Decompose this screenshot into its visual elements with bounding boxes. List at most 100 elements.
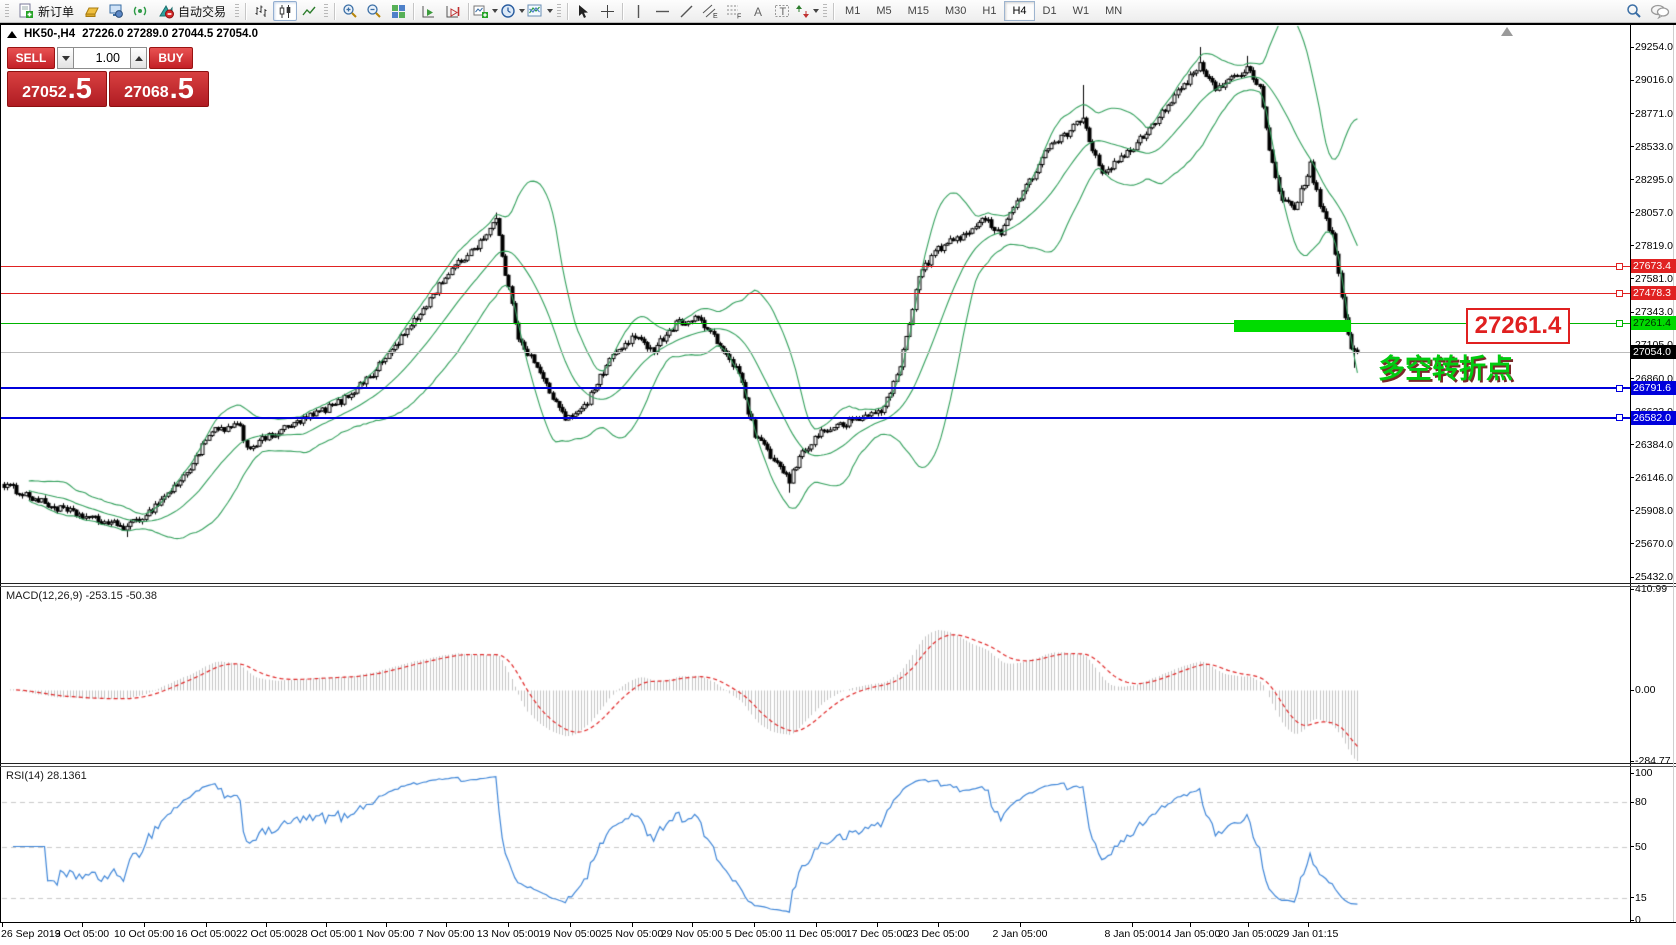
label-tool-button[interactable]: T [770,1,794,21]
buy-button[interactable]: BUY [149,47,193,69]
rsi-label: RSI(14) 28.1361 [6,770,87,782]
timeframe-button-mn[interactable]: MN [1097,1,1130,21]
vline-tool-button[interactable] [626,1,650,21]
channel-tool-button[interactable]: E [698,1,722,21]
dropdown-caret-icon [813,9,819,13]
sell-price-int: 27052 [22,82,67,104]
triangle-down-icon [62,56,70,61]
time-axis-label: 23 Dec 05:00 [893,928,983,940]
vertical-line-icon [632,4,645,19]
volume-decrease-button[interactable] [57,47,74,69]
price-axis-label: 28533.0 [1635,141,1673,153]
price-axis-label: 29254.0 [1635,41,1673,53]
profiles-button[interactable] [80,1,104,21]
toolbar-separator [413,3,414,20]
indicators-button[interactable] [526,1,554,21]
hline-26791.6[interactable] [0,387,1630,389]
chat-icon[interactable] [1650,3,1670,19]
new-chart-button[interactable] [472,1,499,21]
macd-label: MACD(12,26,9) -253.15 -50.38 [6,590,157,602]
crosshair-tool-button[interactable] [595,1,619,21]
toolbar-grip[interactable] [557,4,561,18]
dropdown-caret-icon [492,9,498,13]
hline-27673.4[interactable] [0,266,1630,267]
cursor-icon [576,4,590,19]
ohlc-values: 27226.0 27289.0 27044.5 27054.0 [82,28,258,40]
label-tool-letter: T [779,6,786,18]
signals-button[interactable] [128,1,152,21]
price-line-tag: 26791.6 [1631,381,1676,395]
arrows-tool-button[interactable] [794,1,820,21]
scroll-marker-icon[interactable] [1501,27,1513,36]
collapse-arrow-icon[interactable] [7,31,17,38]
toolbar-separator [567,3,568,20]
price-axis-border[interactable] [1630,25,1631,922]
rsi-axis-label: 0 [1635,914,1641,926]
hline-26582.0[interactable] [0,417,1630,419]
toolbar-grip[interactable] [324,4,328,18]
hline-27478.3[interactable] [0,293,1630,294]
auto-scroll-icon [421,4,437,19]
macd-separator[interactable] [0,583,1676,584]
volume-increase-button[interactable] [130,47,147,69]
navigator-button[interactable] [104,1,128,21]
hline-handle[interactable] [1616,290,1623,297]
buy-price-tile[interactable]: 27068 .5 [109,71,209,107]
timeframe-button-w1[interactable]: W1 [1065,1,1098,21]
timeframe-button-m5[interactable]: M5 [868,1,899,21]
chart-shift-button[interactable] [441,1,465,21]
window-right-edge [1673,25,1674,922]
timeframe-button-h1[interactable]: H1 [974,1,1004,21]
tile-windows-button[interactable] [386,1,410,21]
auto-trading-label: 自动交易 [178,3,226,20]
triangle-up-icon [135,56,143,61]
toolbar-separator [245,3,246,20]
auto-scroll-button[interactable] [417,1,441,21]
price-line-tag: 27261.4 [1631,316,1676,330]
price-axis-label: 26146.0 [1635,472,1673,484]
bar-chart-mode-button[interactable] [249,1,273,21]
toolbar-grip[interactable] [823,4,827,18]
fibonacci-tool-button[interactable]: F [722,1,746,21]
toolbar-grip[interactable] [5,4,9,18]
signal-icon [132,3,148,19]
hline-handle[interactable] [1616,414,1623,421]
hline-27261.4[interactable] [0,323,1630,324]
toolbar-grip[interactable] [235,4,239,18]
highlight-bar-annotation[interactable] [1234,320,1351,332]
rsi-axis-label: 100 [1635,767,1653,779]
periods-button[interactable] [499,1,526,21]
chart-shift-icon [445,4,461,19]
rsi-axis-label: 80 [1635,796,1647,808]
timeframe-button-m15[interactable]: M15 [900,1,937,21]
price-chart-canvas[interactable] [0,23,1676,945]
zoom-in-button[interactable] [338,1,362,21]
line-chart-mode-button[interactable] [297,1,321,21]
text-tool-button[interactable]: A [746,1,770,21]
time-axis-border [0,922,1676,923]
auto-trading-button[interactable]: 自动交易 [152,1,232,21]
timeframe-button-d1[interactable]: D1 [1035,1,1065,21]
zoom-out-button[interactable] [362,1,386,21]
candlestick-mode-button[interactable] [273,1,297,21]
note-text-annotation[interactable]: 多空转折点 [1378,347,1513,386]
rsi-separator[interactable] [0,763,1676,764]
hline-tool-button[interactable] [650,1,674,21]
timeframe-button-m1[interactable]: M1 [837,1,868,21]
price-callout-box[interactable]: 27261.4 [1466,308,1570,344]
timeframe-button-m30[interactable]: M30 [937,1,974,21]
new-order-button[interactable]: 新订单 [12,1,80,21]
price-axis-label: 25908.0 [1635,505,1673,517]
search-icon[interactable] [1626,3,1642,19]
sell-button[interactable]: SELL [7,47,55,69]
timeframe-button-h4[interactable]: H4 [1004,1,1034,21]
hline-handle[interactable] [1616,263,1623,270]
hline-handle[interactable] [1616,385,1623,392]
price-axis-label: 28295.0 [1635,174,1673,186]
hline-handle[interactable] [1616,320,1623,327]
volume-input[interactable] [74,47,130,69]
sell-price-tile[interactable]: 27052 .5 [7,71,107,107]
trendline-tool-button[interactable] [674,1,698,21]
cursor-tool-button[interactable] [571,1,595,21]
application-window: 新订单 [0,0,1676,945]
